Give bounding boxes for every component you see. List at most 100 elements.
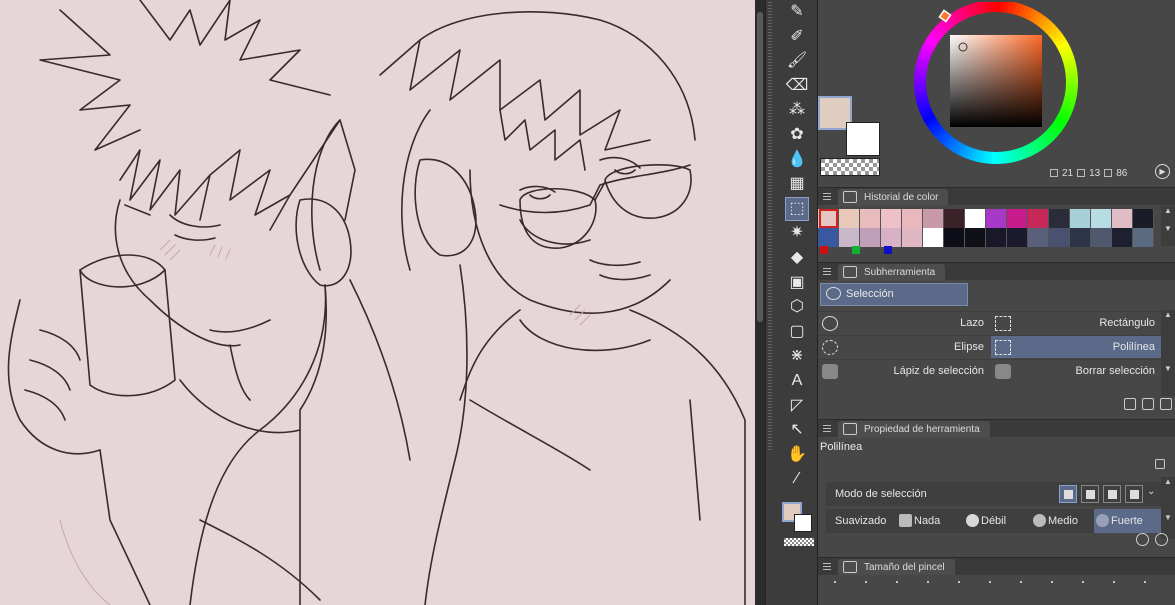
subtool-item-lapiz-seleccion[interactable]: Lápiz de selección xyxy=(818,359,990,382)
subtool-item-elipse[interactable]: Elipse xyxy=(818,335,990,358)
grid-tool-icon[interactable]: ▦ xyxy=(785,172,809,196)
history-swatch[interactable] xyxy=(839,209,860,228)
lock-icon[interactable] xyxy=(1155,459,1165,469)
panel-menu-icon[interactable] xyxy=(823,425,831,434)
history-swatch[interactable] xyxy=(1070,228,1091,247)
add-selection-button[interactable] xyxy=(1081,485,1099,503)
drawing-canvas[interactable] xyxy=(0,0,755,605)
history-swatch[interactable] xyxy=(1007,209,1028,228)
history-swatch[interactable] xyxy=(1133,228,1154,247)
history-swatch[interactable] xyxy=(986,228,1007,247)
airbrush-tool-icon[interactable]: ⁂ xyxy=(785,98,809,122)
history-swatch[interactable] xyxy=(965,228,986,247)
color-wheel[interactable] xyxy=(908,2,1084,166)
brush-size-preset[interactable] xyxy=(1051,581,1053,583)
toolbar-transparent-color[interactable] xyxy=(784,538,814,546)
brush-size-preset[interactable] xyxy=(1020,581,1022,583)
tab-brush-size[interactable]: Tamaño del pincel xyxy=(838,559,955,576)
chevron-down-icon[interactable]: ⌄ xyxy=(1147,486,1155,497)
canvas-scrollbar[interactable] xyxy=(755,0,765,605)
brush-tool-icon[interactable]: 🖌 xyxy=(785,49,809,73)
gradient-tool-icon[interactable]: ▣ xyxy=(785,271,809,295)
history-swatch[interactable] xyxy=(986,209,1007,228)
subtool-item-polilinea[interactable]: Polilínea xyxy=(991,335,1161,358)
hand-tool-icon[interactable]: ✋ xyxy=(785,443,809,467)
delete-subtool-icon[interactable] xyxy=(1160,398,1172,410)
history-swatch[interactable] xyxy=(944,228,965,247)
intersect-selection-button[interactable] xyxy=(1125,485,1143,503)
subtool-item-rectangulo[interactable]: Rectángulo xyxy=(991,311,1161,334)
fill-tool-icon[interactable]: ◆ xyxy=(785,246,809,270)
brush-size-preset[interactable] xyxy=(1082,581,1084,583)
canvas-scroll-thumb[interactable] xyxy=(757,12,763,322)
history-swatch[interactable] xyxy=(881,228,902,247)
history-swatch[interactable] xyxy=(1070,209,1091,228)
selection-tool-icon[interactable]: ⬚ xyxy=(785,196,809,221)
brush-size-preset[interactable] xyxy=(927,581,929,583)
history-swatch[interactable] xyxy=(1028,209,1049,228)
brush-size-preset[interactable] xyxy=(1144,581,1146,583)
history-swatch[interactable] xyxy=(923,228,944,247)
sub-color-swatch[interactable] xyxy=(846,122,880,156)
brush-size-preset[interactable] xyxy=(989,581,991,583)
history-swatch[interactable] xyxy=(1049,209,1070,228)
eraser-tool-icon[interactable]: ⌫ xyxy=(785,74,809,98)
smoothing-option-medio[interactable]: Medio xyxy=(1031,509,1078,533)
history-swatch[interactable] xyxy=(839,228,860,247)
history-swatch[interactable] xyxy=(1091,209,1112,228)
smoothing-option-fuerte[interactable]: Fuerte xyxy=(1094,509,1161,533)
ruler-tool-icon[interactable]: ◸ xyxy=(785,394,809,418)
history-swatch[interactable] xyxy=(902,209,923,228)
subtool-item-borrar-seleccion[interactable]: Borrar selección xyxy=(991,359,1161,382)
tab-subtool[interactable]: Subherramienta xyxy=(838,264,946,281)
subtool-item-lazo[interactable]: Lazo xyxy=(818,311,990,334)
brush-size-preset[interactable] xyxy=(1113,581,1115,583)
history-swatch[interactable] xyxy=(1049,228,1070,247)
transparent-color-swatch[interactable] xyxy=(820,158,880,176)
smoothing-option-nada[interactable]: Nada xyxy=(897,509,940,533)
history-swatch[interactable] xyxy=(860,209,881,228)
new-selection-button[interactable] xyxy=(1059,485,1077,503)
history-swatch[interactable] xyxy=(860,228,881,247)
history-swatch[interactable] xyxy=(1112,209,1133,228)
history-swatch[interactable] xyxy=(1028,228,1049,247)
tab-tool-property[interactable]: Propiedad de herramienta xyxy=(838,421,990,438)
decoration-tool-icon[interactable]: ✿ xyxy=(785,123,809,147)
object-tool-icon[interactable]: ↖ xyxy=(785,418,809,442)
brush-size-preset[interactable] xyxy=(865,581,867,583)
auto-select-tool-icon[interactable]: ✷ xyxy=(785,221,809,245)
eyedropper-tool-icon[interactable]: ⁄ xyxy=(785,467,809,491)
history-swatch[interactable] xyxy=(881,209,902,228)
wrench-icon[interactable] xyxy=(1155,533,1168,546)
smoothing-option-debil[interactable]: Débil xyxy=(964,509,1006,533)
blend-tool-icon[interactable]: 💧 xyxy=(785,148,809,172)
subtool-scrollbar[interactable]: ▲ ▼ xyxy=(1161,310,1175,396)
3d-object-tool-icon[interactable]: ⬡ xyxy=(785,295,809,319)
panel-menu-icon[interactable] xyxy=(823,193,831,202)
tab-color-history[interactable]: Historial de color xyxy=(838,189,949,206)
reset-icon[interactable] xyxy=(1136,533,1149,546)
brush-size-preset[interactable] xyxy=(834,581,836,583)
duplicate-subtool-icon[interactable] xyxy=(1142,398,1154,410)
toolbar-grip[interactable] xyxy=(768,0,774,605)
tool-property-scrollbar[interactable]: ▲ ▼ xyxy=(1161,477,1175,539)
pencil-tool-icon[interactable]: ✐ xyxy=(785,25,809,49)
history-swatch[interactable] xyxy=(923,209,944,228)
frame-tool-icon[interactable]: ⋇ xyxy=(785,344,809,368)
history-swatch[interactable] xyxy=(818,228,839,247)
history-swatch[interactable] xyxy=(1112,228,1133,247)
brush-size-preset[interactable] xyxy=(896,581,898,583)
import-subtool-icon[interactable] xyxy=(1124,398,1136,410)
history-swatch[interactable] xyxy=(1091,228,1112,247)
subtool-group-button[interactable]: Selección xyxy=(820,283,968,306)
history-swatch[interactable] xyxy=(902,228,923,247)
play-icon[interactable]: ▶ xyxy=(1155,164,1170,179)
history-swatch[interactable] xyxy=(965,209,986,228)
panel-menu-icon[interactable] xyxy=(823,268,831,277)
toolbar-sub-color[interactable] xyxy=(794,514,812,532)
history-selected-swatch[interactable] xyxy=(819,209,838,228)
subtract-selection-button[interactable] xyxy=(1103,485,1121,503)
text-tool-icon[interactable]: A xyxy=(785,369,809,393)
history-scrollbar[interactable]: ▲ ▼ xyxy=(1161,206,1175,246)
history-swatch[interactable] xyxy=(944,209,965,228)
